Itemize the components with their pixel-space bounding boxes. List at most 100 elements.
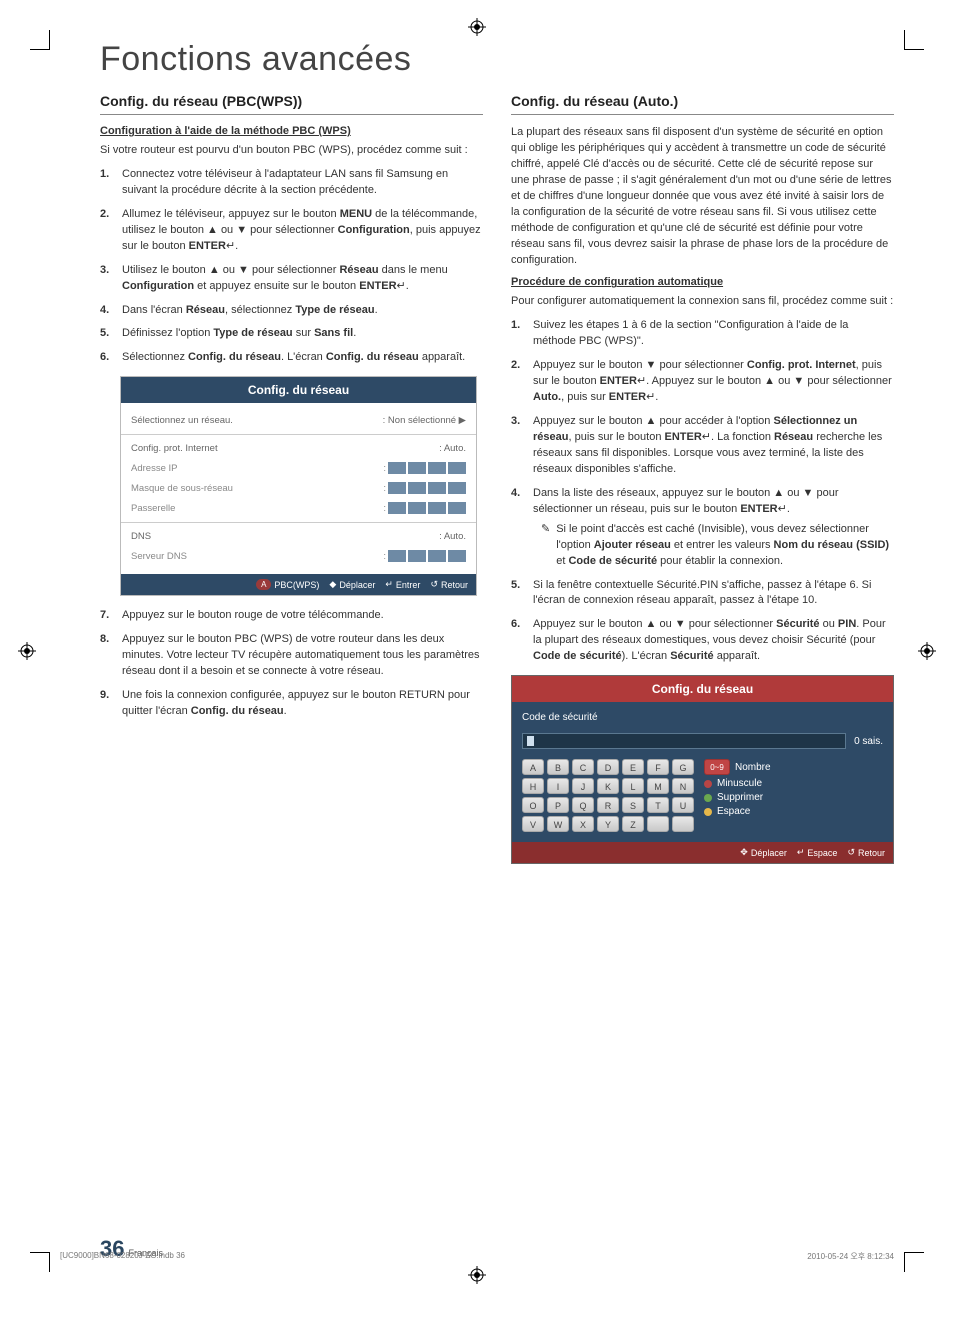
keyboard-key: O xyxy=(522,797,544,813)
code-securite-label: Code de sécurité xyxy=(533,650,622,662)
document-footer: [UC9000]BN68-02820J-ZG.indb 36 2010-05-2… xyxy=(60,1251,894,1262)
step-1: Suivez les étapes 1 à 6 de la section "C… xyxy=(511,318,894,350)
text: sur xyxy=(293,327,314,339)
text: Sélectionnez xyxy=(122,351,188,363)
keyboard-key: M xyxy=(647,778,669,794)
enter-label: ENTER xyxy=(740,503,777,515)
enter-label: ENTER xyxy=(359,280,396,292)
registration-mark-icon xyxy=(18,642,36,660)
red-a-icon: A xyxy=(256,579,271,590)
steps-list-2: Appuyez sur le bouton rouge de votre tél… xyxy=(100,608,483,720)
footer-pbc-button: A PBC(WPS) xyxy=(256,579,319,590)
auto-label: Auto. xyxy=(533,391,561,403)
footer-enter: ↵ Entrer xyxy=(385,579,420,590)
enter-label: ENTER xyxy=(665,431,702,443)
note: ✎ Si le point d'accès est caché (Invisib… xyxy=(533,522,894,570)
ip-value: : xyxy=(383,462,466,474)
footer-space: ↵ Espace xyxy=(797,847,838,858)
keyboard-key: C xyxy=(572,759,594,775)
keyboard-key: Q xyxy=(572,797,594,813)
footer-move: ✥ Déplacer xyxy=(740,847,787,858)
yellow-dot-icon xyxy=(704,808,712,816)
label: Espace xyxy=(717,806,750,817)
kbd-number-option: 0~9 Nombre xyxy=(704,759,771,775)
keyboard-key: N xyxy=(672,778,694,794)
step-8: Appuyez sur le bouton PBC (WPS) de votre… xyxy=(100,632,483,680)
label: Minuscule xyxy=(717,778,762,789)
code-securite-label: Code de sécurité xyxy=(568,555,657,567)
type-reseau-label: Type de réseau xyxy=(213,327,292,339)
row-value: : Auto. xyxy=(439,531,466,542)
config-reseau-label: Config. du réseau xyxy=(326,351,419,363)
keyboard-grid: ABCDEFGHIJKLMNOPQRSTUVWXYZ xyxy=(522,759,694,832)
keyboard-key: D xyxy=(597,759,619,775)
keyboard-key: G xyxy=(672,759,694,775)
label: Nombre xyxy=(735,762,771,773)
row-label: Masque de sous-réseau xyxy=(131,483,233,494)
step-4: Dans l'écran Réseau, sélectionnez Type d… xyxy=(100,303,483,319)
note-text: Si le point d'accès est caché (Invisible… xyxy=(556,522,894,570)
page-title: Fonctions avancées xyxy=(100,40,894,79)
return-icon: ↺ xyxy=(430,579,438,590)
text: , sélectionnez xyxy=(225,304,295,316)
left-column: Config. du réseau (PBC(WPS)) Configurati… xyxy=(100,93,483,876)
text: Définissez l'option xyxy=(122,327,213,339)
kbd-space-option: Espace xyxy=(704,806,771,817)
enter-label: ENTER xyxy=(600,375,637,387)
char-count: 0 sais. xyxy=(854,736,883,747)
intro-text-2: Pour configurer automatiquement la conne… xyxy=(511,294,894,310)
text: . xyxy=(353,327,356,339)
step-2: Allumez le téléviseur, appuyez sur le bo… xyxy=(100,207,483,255)
text: ou xyxy=(820,618,838,630)
text: . xyxy=(375,304,378,316)
enter-label: ENTER xyxy=(189,240,226,252)
panel-row-ip: Adresse IP : xyxy=(131,458,466,478)
text: Appuyez sur le bouton ▼ pour sélectionne… xyxy=(533,359,747,371)
panel-footer: A PBC(WPS) ◆ Déplacer ↵ Entrer ↺ Retour xyxy=(121,574,476,595)
row-label: DNS xyxy=(131,531,151,542)
text: Une fois la connexion configurée, appuye… xyxy=(122,689,470,717)
footer-move: ◆ Déplacer xyxy=(329,579,375,590)
keyboard-key: R xyxy=(597,797,619,813)
step-1: Connectez votre téléviseur à l'adaptateu… xyxy=(100,167,483,199)
step-9: Une fois la connexion configurée, appuye… xyxy=(100,688,483,720)
keyboard-key: Y xyxy=(597,816,619,832)
text: Appuyez sur le bouton ▲ ou ▼ pour sélect… xyxy=(533,618,776,630)
panel-row-select-network: Sélectionnez un réseau. : Non sélectionn… xyxy=(131,411,466,430)
steps-list-auto: Suivez les étapes 1 à 6 de la section "C… xyxy=(511,318,894,665)
text: et xyxy=(556,555,568,567)
registration-mark-icon xyxy=(468,1266,486,1284)
text: Appuyez sur le bouton ▲ pour accéder à l… xyxy=(533,415,773,427)
row-value: : Auto. xyxy=(439,443,466,454)
cursor-icon xyxy=(527,736,534,746)
ajouter-reseau-label: Ajouter réseau xyxy=(594,539,671,551)
keyboard-key: A xyxy=(522,759,544,775)
panel-row-cfg-prot: Config. prot. Internet : Auto. xyxy=(131,439,466,458)
step-7: Appuyez sur le bouton rouge de votre tél… xyxy=(100,608,483,624)
enter-icon: ↵ xyxy=(778,503,787,515)
text: . xyxy=(655,391,658,403)
ip-value: : xyxy=(383,482,466,494)
text: . xyxy=(787,503,790,515)
network-config-panel: Config. du réseau Sélectionnez un réseau… xyxy=(120,376,477,596)
footer-return: ↺ Retour xyxy=(430,579,468,590)
footer-return: ↺ Retour xyxy=(847,847,885,858)
step-3: Appuyez sur le bouton ▲ pour accéder à l… xyxy=(511,414,894,478)
row-label: Config. prot. Internet xyxy=(131,443,218,454)
keyboard-key: B xyxy=(547,759,569,775)
subheading-pbc: Configuration à l'aide de la méthode PBC… xyxy=(100,125,483,137)
reseau-label: Réseau xyxy=(774,431,813,443)
kbd-lowercase-option: Minuscule xyxy=(704,778,771,789)
keyboard-key: Z xyxy=(622,816,644,832)
text: ). L'écran xyxy=(622,650,671,662)
text: . Appuyez sur le bouton ▲ ou ▼ pour séle… xyxy=(646,375,892,387)
keyboard-key: K xyxy=(597,778,619,794)
crop-mark xyxy=(30,30,50,50)
step-4: Dans la liste des réseaux, appuyez sur l… xyxy=(511,486,894,570)
enter-icon: ↵ xyxy=(797,847,805,858)
text: . xyxy=(406,280,409,292)
number-key-icon: 0~9 xyxy=(704,759,730,775)
move-icon: ✥ xyxy=(740,847,748,858)
enter-icon: ↵ xyxy=(397,280,406,292)
type-reseau-label: Type de réseau xyxy=(295,304,374,316)
